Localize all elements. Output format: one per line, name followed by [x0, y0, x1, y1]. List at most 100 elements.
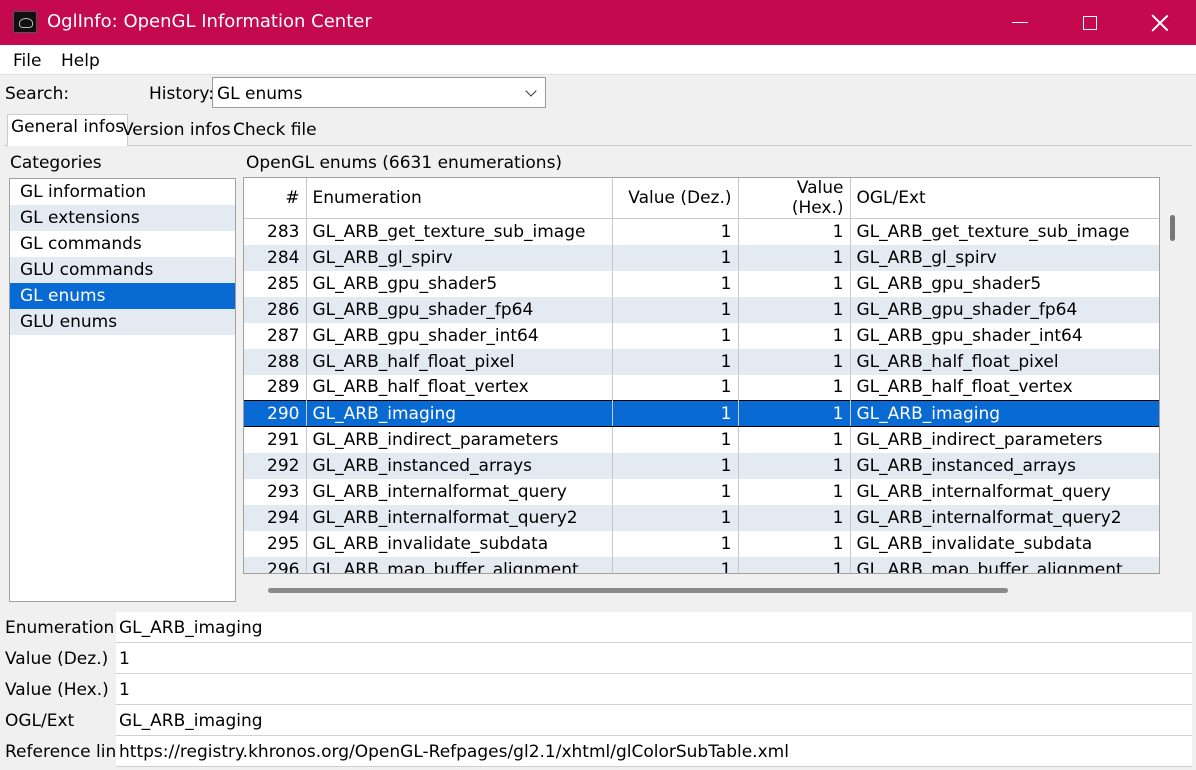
- row-ogl-ext: GL_ARB_instanced_arrays: [850, 452, 1159, 479]
- search-label: Search:: [5, 84, 70, 104]
- row-value-hex: 1: [738, 374, 851, 401]
- table-row[interactable]: 296 GL_ARB_map_buffer_alignment 1 1 GL_ARB_m…: [244, 556, 1159, 573]
- table-row[interactable]: 287 GL_ARB_gpu_shader_int64 1 1 GL_ARB_gpu_s…: [244, 322, 1159, 349]
- window-title: OglInfo: OpenGL Information Center: [47, 11, 372, 32]
- row-number: 284: [244, 244, 307, 271]
- category-gl-extensions[interactable]: GL extensions: [10, 205, 235, 231]
- row-enumeration: GL_ARB_map_buffer_alignment: [306, 556, 613, 573]
- detail-value-dez[interactable]: 1: [116, 643, 1192, 674]
- row-value-hex: 1: [738, 530, 851, 557]
- menu-file[interactable]: File: [13, 51, 41, 71]
- column-header-value-hex[interactable]: Value (Hex.): [738, 178, 851, 219]
- tab-label: General infos: [11, 117, 125, 137]
- detail-value-hex[interactable]: 1: [116, 674, 1192, 705]
- row-value-dez: 1: [612, 296, 739, 323]
- row-value-dez: 1: [612, 530, 739, 557]
- row-value-dez: 1: [612, 478, 739, 505]
- horizontal-scrollbar[interactable]: [268, 588, 1008, 593]
- column-header-value-dez[interactable]: Value (Dez.): [612, 178, 739, 219]
- row-value-dez: 1: [612, 556, 739, 573]
- row-enumeration: GL_ARB_imaging: [306, 400, 613, 427]
- row-value-dez: 1: [612, 452, 739, 479]
- row-number: 285: [244, 270, 307, 297]
- row-number: 289: [244, 374, 307, 401]
- category-gl-information[interactable]: GL information: [10, 179, 235, 205]
- history-dropdown[interactable]: GL enums: [212, 77, 546, 108]
- row-ogl-ext: GL_ARB_gpu_shader5: [850, 270, 1159, 297]
- enums-table[interactable]: # Enumeration Value (Dez.) Value (Hex.) …: [243, 177, 1160, 574]
- table-row[interactable]: 295 GL_ARB_invalidate_subdata 1 1 GL_ARB_inv…: [244, 530, 1159, 557]
- table-row[interactable]: 291 GL_ARB_indirect_parameters 1 1 GL_ARB_in…: [244, 426, 1159, 453]
- detail-value-ogl-ext[interactable]: GL_ARB_imaging: [116, 705, 1192, 736]
- row-enumeration: GL_ARB_get_texture_sub_image: [306, 218, 613, 245]
- title-bar[interactable]: OglInfo: OpenGL Information Center: [0, 0, 1196, 45]
- detail-label: Value (Hex.): [5, 680, 109, 700]
- tab-check-file[interactable]: Check file: [230, 118, 320, 146]
- app-icon: [13, 11, 37, 33]
- table-row[interactable]: 288 GL_ARB_half_float_pixel 1 1 GL_ARB_half_…: [244, 348, 1159, 375]
- category-gl-commands[interactable]: GL commands: [10, 231, 235, 257]
- maximize-button[interactable]: [1055, 0, 1125, 45]
- row-enumeration: GL_ARB_indirect_parameters: [306, 426, 613, 453]
- row-ogl-ext: GL_ARB_internalformat_query: [850, 478, 1159, 505]
- row-number: 287: [244, 322, 307, 349]
- row-ogl-ext: GL_ARB_half_float_pixel: [850, 348, 1159, 375]
- column-header-number[interactable]: #: [244, 178, 307, 219]
- tab-label: Version infos: [122, 120, 231, 140]
- row-value-dez: 1: [612, 348, 739, 375]
- row-ogl-ext: GL_ARB_imaging: [850, 400, 1159, 427]
- column-header-enumeration[interactable]: Enumeration: [306, 178, 613, 219]
- row-value-dez: 1: [612, 218, 739, 245]
- row-value-dez: 1: [612, 400, 739, 427]
- tab-general-infos[interactable]: General infos: [7, 114, 129, 146]
- maximize-icon: [1083, 15, 1097, 30]
- table-row[interactable]: 289 GL_ARB_half_float_vertex 1 1 GL_ARB_half…: [244, 374, 1159, 401]
- detail-row-value-dez: Value (Dez.) 1: [0, 643, 1196, 674]
- row-number: 292: [244, 452, 307, 479]
- detail-row-reference-link: Reference link https://registry.khronos.…: [0, 736, 1196, 767]
- row-ogl-ext: GL_ARB_gpu_shader_int64: [850, 322, 1159, 349]
- row-value-hex: 1: [738, 218, 851, 245]
- detail-row-ogl-ext: OGL/Ext GL_ARB_imaging: [0, 705, 1196, 736]
- row-value-dez: 1: [612, 322, 739, 349]
- menu-help[interactable]: Help: [61, 51, 100, 71]
- table-row[interactable]: 285 GL_ARB_gpu_shader5 1 1 GL_ARB_gpu_shader…: [244, 270, 1159, 297]
- minimize-button[interactable]: [985, 0, 1055, 45]
- row-value-hex: 1: [738, 504, 851, 531]
- chevron-down-icon: [525, 85, 537, 97]
- row-value-dez: 1: [612, 374, 739, 401]
- table-row[interactable]: 294 GL_ARB_internalformat_query2 1 1 GL_ARB_…: [244, 504, 1159, 531]
- detail-value-enumeration[interactable]: GL_ARB_imaging: [116, 612, 1192, 643]
- close-button[interactable]: [1125, 0, 1195, 45]
- row-value-hex: 1: [738, 348, 851, 375]
- row-number: 283: [244, 218, 307, 245]
- row-ogl-ext: GL_ARB_gl_spirv: [850, 244, 1159, 271]
- row-number: 294: [244, 504, 307, 531]
- table-row[interactable]: 292 GL_ARB_instanced_arrays 1 1 GL_ARB_insta…: [244, 452, 1159, 479]
- category-glu-commands[interactable]: GLU commands: [10, 257, 235, 283]
- table-row[interactable]: 284 GL_ARB_gl_spirv 1 1 GL_ARB_gl_spirv: [244, 244, 1159, 271]
- row-enumeration: GL_ARB_gpu_shader_int64: [306, 322, 613, 349]
- category-glu-enums[interactable]: GLU enums: [10, 309, 235, 335]
- table-row[interactable]: 283 GL_ARB_get_texture_sub_image 1 1 GL_ARB_…: [244, 218, 1159, 245]
- row-enumeration: GL_ARB_half_float_pixel: [306, 348, 613, 375]
- table-row[interactable]: 293 GL_ARB_internalformat_query 1 1 GL_ARB_i…: [244, 478, 1159, 505]
- detail-label: OGL/Ext: [5, 711, 75, 731]
- detail-value-reference-link[interactable]: https://registry.khronos.org/OpenGL-Refp…: [116, 736, 1192, 767]
- row-value-dez: 1: [612, 426, 739, 453]
- row-number: 286: [244, 296, 307, 323]
- column-header-ogl-ext[interactable]: OGL/Ext: [850, 178, 1159, 219]
- category-gl-enums[interactable]: GL enums: [10, 283, 235, 309]
- categories-list[interactable]: GL information GL extensions GL commands…: [9, 178, 236, 602]
- row-enumeration: GL_ARB_invalidate_subdata: [306, 530, 613, 557]
- vertical-scrollbar[interactable]: [1170, 215, 1175, 241]
- tab-version-infos[interactable]: Version infos: [119, 118, 234, 146]
- table-row[interactable]: 290 GL_ARB_imaging 1 1 GL_ARB_imaging: [244, 400, 1159, 427]
- row-enumeration: GL_ARB_gl_spirv: [306, 244, 613, 271]
- table-row[interactable]: 286 GL_ARB_gpu_shader_fp64 1 1 GL_ARB_gpu_sh…: [244, 296, 1159, 323]
- row-number: 293: [244, 478, 307, 505]
- detail-label: Enumeration: [5, 618, 115, 638]
- row-value-dez: 1: [612, 504, 739, 531]
- table-header-row: # Enumeration Value (Dez.) Value (Hex.) …: [244, 178, 1159, 219]
- detail-row-enumeration: Enumeration GL_ARB_imaging: [0, 612, 1196, 643]
